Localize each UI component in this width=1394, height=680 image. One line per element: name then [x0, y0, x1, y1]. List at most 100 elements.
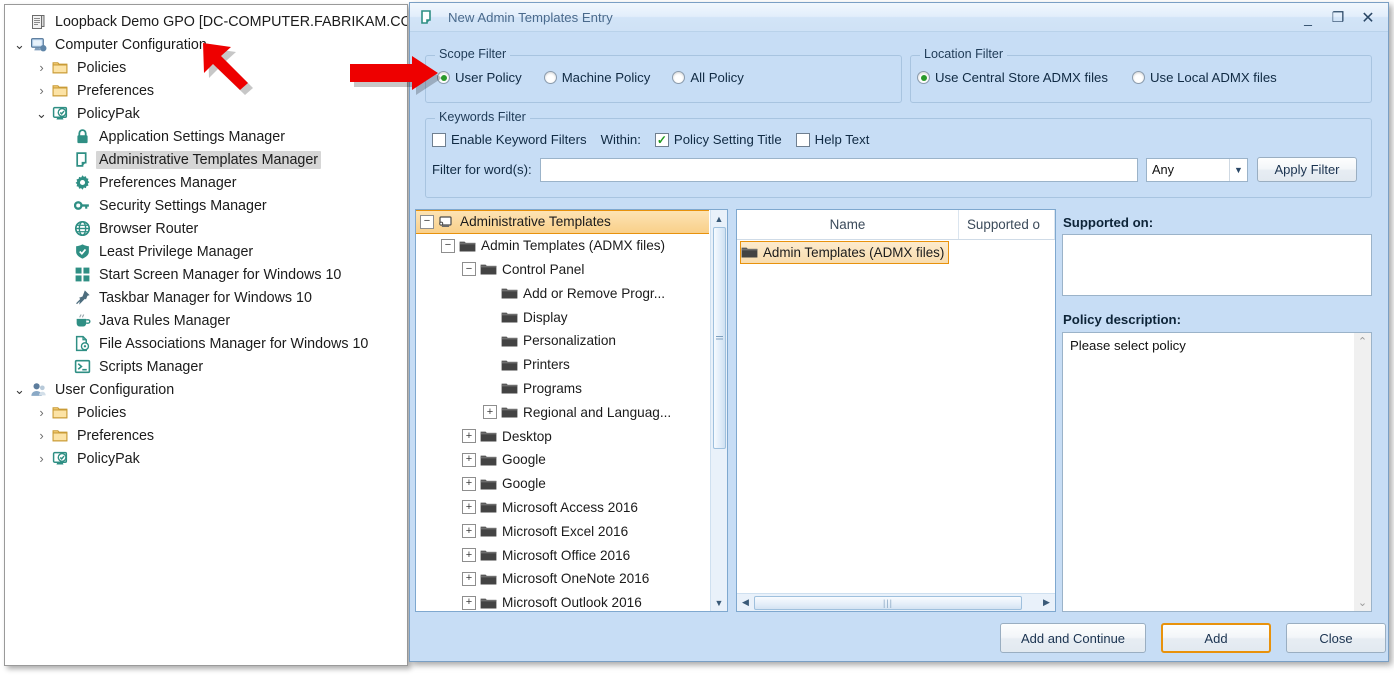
- expand-icon[interactable]: +: [462, 476, 476, 491]
- gpmc-tree-item-browser-router[interactable]: Browser Router: [5, 217, 407, 240]
- gpo-scroll-icon: [28, 13, 48, 31]
- desc-scroll-up-icon[interactable]: ⌃: [1358, 335, 1367, 348]
- chevron-right-icon[interactable]: ›: [33, 452, 50, 465]
- scroll-up-icon[interactable]: ▲: [711, 210, 728, 227]
- chevron-right-icon[interactable]: ›: [33, 429, 50, 442]
- desc-scroll-down-icon[interactable]: ⌄: [1358, 596, 1367, 609]
- gpmc-tree-item-preferences[interactable]: › Preferences: [5, 79, 407, 102]
- folder-icon: [50, 82, 70, 100]
- admx-tree-item-display[interactable]: Display: [416, 305, 709, 329]
- globe-icon: [72, 220, 92, 238]
- collapse-icon[interactable]: −: [441, 238, 455, 253]
- dialog-button-bar: Add and Continue Add Close: [1000, 623, 1386, 653]
- policypak-icon: [50, 450, 70, 468]
- gpmc-tree-item-preferences-manager[interactable]: Preferences Manager: [5, 171, 407, 194]
- gpmc-tree-item-policies[interactable]: › Policies: [5, 401, 407, 424]
- apply-filter-button[interactable]: Apply Filter: [1257, 157, 1357, 182]
- gpmc-tree-item-start-screen-manager-for-windows-10[interactable]: Start Screen Manager for Windows 10: [5, 263, 407, 286]
- collapse-icon[interactable]: −: [420, 214, 434, 229]
- gpo-root-node[interactable]: Loopback Demo GPO [DC-COMPUTER.FABRIKAM.…: [5, 10, 407, 33]
- radio-local-admx[interactable]: Use Local ADMX files: [1131, 70, 1277, 85]
- admx-tree-item-desktop[interactable]: + Desktop: [416, 424, 709, 448]
- radio-all-policy[interactable]: All Policy: [672, 70, 744, 85]
- chevron-down-icon: ▼: [1229, 158, 1247, 181]
- admx-tree-item-microsoft-office-2016[interactable]: + Microsoft Office 2016: [416, 543, 709, 567]
- radio-central-store-admx[interactable]: Use Central Store ADMX files: [917, 70, 1108, 85]
- gpmc-tree-item-application-settings-manager[interactable]: Application Settings Manager: [5, 125, 407, 148]
- admx-tree-item-microsoft-outlook-2016[interactable]: + Microsoft Outlook 2016: [416, 591, 709, 611]
- scroll-left-icon[interactable]: ◀: [737, 594, 754, 611]
- expand-icon[interactable]: +: [462, 595, 476, 610]
- gpmc-tree-item-administrative-templates-manager[interactable]: Administrative Templates Manager: [5, 148, 407, 171]
- close-button[interactable]: Close: [1286, 623, 1386, 653]
- admx-category-tree[interactable]: − Administrative Templates − Admin Template…: [415, 209, 728, 612]
- chevron-down-icon[interactable]: ⌄: [33, 107, 50, 120]
- column-header-supported-on[interactable]: Supported o: [959, 210, 1055, 239]
- expand-icon[interactable]: +: [483, 405, 497, 420]
- add-button[interactable]: Add: [1161, 623, 1271, 653]
- policy-description-box[interactable]: Please select policy ⌃ ⌄: [1062, 332, 1372, 612]
- admx-tree-item-add-or-remove-progr[interactable]: Add or Remove Progr...: [416, 281, 709, 305]
- gpmc-tree-item-preferences[interactable]: › Preferences: [5, 424, 407, 447]
- expand-icon[interactable]: +: [462, 429, 476, 444]
- gpmc-tree-item-policypak[interactable]: ⌄ PolicyPak: [5, 102, 407, 125]
- column-header-name[interactable]: Name: [737, 210, 959, 239]
- chevron-right-icon[interactable]: ›: [33, 406, 50, 419]
- chevron-down-icon[interactable]: ⌄: [11, 38, 28, 51]
- collapse-icon[interactable]: −: [462, 262, 476, 277]
- policy-list-view[interactable]: Name Supported o Admin Templates (ADMX f…: [736, 209, 1056, 612]
- admx-tree-item-google[interactable]: + Google: [416, 472, 709, 496]
- gpmc-tree-item-java-rules-manager[interactable]: Java Rules Manager: [5, 309, 407, 332]
- dialog-titlebar[interactable]: New Admin Templates Entry _ ❐ ✕: [410, 3, 1388, 32]
- chevron-right-icon[interactable]: ›: [33, 84, 50, 97]
- maximize-button[interactable]: ❐: [1324, 7, 1352, 29]
- tree-scrollbar-thumb[interactable]: [712, 227, 726, 449]
- list-horizontal-scrollbar[interactable]: ◀ ||| ▶: [737, 593, 1055, 611]
- checkbox-enable-keyword-filters[interactable]: ✓ Enable Keyword Filters: [432, 132, 587, 147]
- expand-icon[interactable]: +: [462, 500, 476, 515]
- admx-tree-item-printers[interactable]: Printers: [416, 353, 709, 377]
- gpmc-tree-item-policies[interactable]: › Policies: [5, 56, 407, 79]
- expand-icon[interactable]: +: [462, 571, 476, 586]
- radio-machine-policy[interactable]: Machine Policy: [543, 70, 650, 85]
- admx-tree-item-microsoft-excel-2016[interactable]: + Microsoft Excel 2016: [416, 519, 709, 543]
- admx-tree-item-programs[interactable]: Programs: [416, 377, 709, 401]
- admx-tree-item-control-panel[interactable]: − Control Panel: [416, 258, 709, 282]
- gpmc-tree-item-file-associations-manager-for-windows-10[interactable]: File Associations Manager for Windows 10: [5, 332, 407, 355]
- admx-tree-item-microsoft-onenote-2016[interactable]: + Microsoft OneNote 2016: [416, 567, 709, 591]
- list-scrollbar-thumb[interactable]: |||: [754, 595, 1022, 610]
- checkbox-help-text-indicator: ✓: [795, 132, 810, 147]
- gpmc-tree-item-security-settings-manager[interactable]: Security Settings Manager: [5, 194, 407, 217]
- minimize-button[interactable]: _: [1294, 7, 1322, 29]
- admx-tree-item-admin-templates-admx-files[interactable]: − Admin Templates (ADMX files): [416, 234, 709, 258]
- tree-vertical-scrollbar[interactable]: ▲ ▼: [710, 210, 727, 611]
- gpmc-tree-item-policypak[interactable]: › PolicyPak: [5, 447, 407, 470]
- gpmc-tree-item-user-configuration[interactable]: ⌄ User Configuration: [5, 378, 407, 401]
- add-and-continue-button[interactable]: Add and Continue: [1000, 623, 1146, 653]
- scroll-right-icon[interactable]: ▶: [1038, 594, 1055, 611]
- checkbox-help-text[interactable]: ✓ Help Text: [795, 132, 869, 147]
- admx-tree-item-microsoft-access-2016[interactable]: + Microsoft Access 2016: [416, 496, 709, 520]
- scroll-down-icon[interactable]: ▼: [711, 594, 728, 611]
- admx-tree-item-regional-and-languag[interactable]: + Regional and Languag...: [416, 400, 709, 424]
- admin-templates-icon: [72, 151, 92, 169]
- match-mode-combobox[interactable]: Any ▼: [1146, 157, 1248, 182]
- chevron-right-icon[interactable]: ›: [33, 61, 50, 74]
- expand-icon[interactable]: +: [462, 548, 476, 563]
- admx-tree-item-google[interactable]: + Google: [416, 448, 709, 472]
- checkbox-policy-setting-title[interactable]: ✓ Policy Setting Title: [654, 132, 782, 147]
- description-vertical-scrollbar[interactable]: ⌃ ⌄: [1354, 333, 1371, 611]
- radio-user-policy[interactable]: User Policy: [437, 70, 522, 85]
- expand-icon[interactable]: +: [462, 452, 476, 467]
- chevron-down-icon[interactable]: ⌄: [11, 383, 28, 396]
- gpmc-tree-item-taskbar-manager-for-windows-10[interactable]: Taskbar Manager for Windows 10: [5, 286, 407, 309]
- expand-icon[interactable]: +: [462, 524, 476, 539]
- admx-tree-item-personalization[interactable]: Personalization: [416, 329, 709, 353]
- gpmc-tree-item-least-privilege-manager[interactable]: Least Privilege Manager: [5, 240, 407, 263]
- gpmc-tree-item-computer-configuration[interactable]: ⌄ Computer Configuration: [5, 33, 407, 56]
- filter-words-input[interactable]: [540, 157, 1138, 182]
- gpmc-tree-item-scripts-manager[interactable]: Scripts Manager: [5, 355, 407, 378]
- admx-tree-item-administrative-templates[interactable]: − Administrative Templates: [416, 210, 709, 234]
- policy-list-row[interactable]: Admin Templates (ADMX files): [737, 240, 1055, 264]
- close-icon[interactable]: ✕: [1354, 7, 1382, 29]
